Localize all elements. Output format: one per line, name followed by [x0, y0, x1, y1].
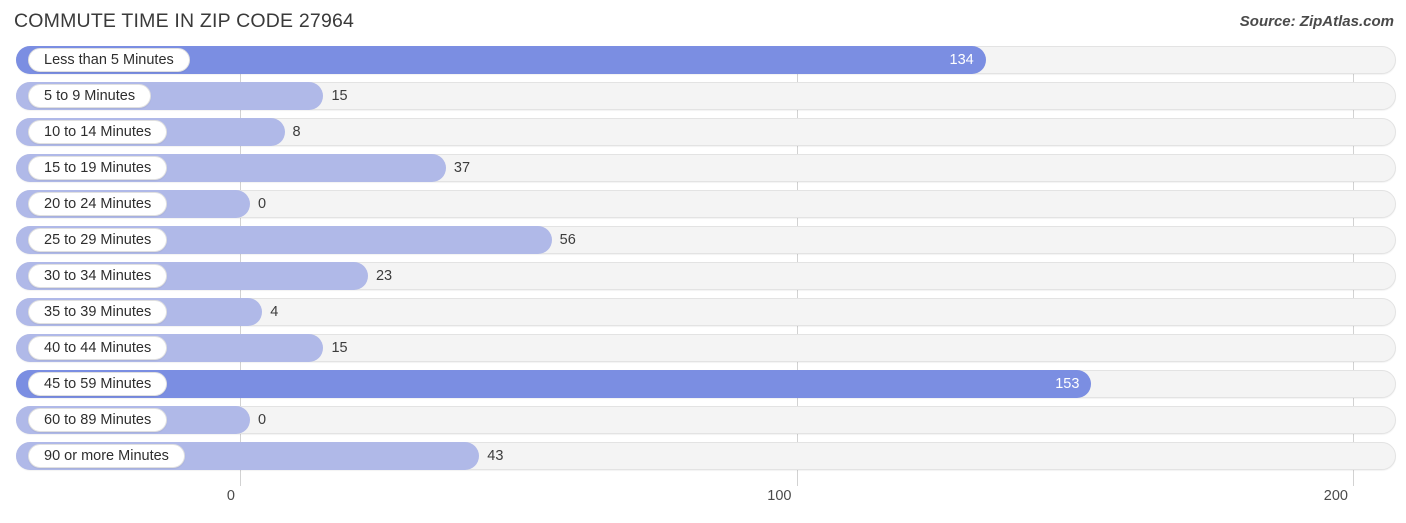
bar-category-label: 30 to 34 Minutes	[44, 267, 152, 284]
bar-value-label: 15	[331, 340, 348, 356]
axis-tick-label: 0	[226, 488, 235, 504]
bar-value-label: 8	[292, 124, 301, 140]
bar-value-label: 23	[375, 268, 393, 284]
bar-row: 10 to 14 Minutes 8	[0, 118, 1406, 146]
page-title: COMMUTE TIME IN ZIP CODE 27964	[14, 10, 355, 32]
bar-row: 40 to 44 Minutes 15	[0, 334, 1406, 362]
bar-row: 60 to 89 Minutes 0	[0, 406, 1406, 434]
chart-plot-area: Less than 5 Minutes 134 5 to 9 Minutes 15 10…	[0, 46, 1406, 486]
axis-tick-label: 200	[1323, 488, 1348, 504]
chart-header: COMMUTE TIME IN ZIP CODE 27964 Source: Z…	[0, 0, 1406, 46]
source-attribution: Source: ZipAtlas.com	[1239, 13, 1394, 30]
bar-category-label: 60 to 89 Minutes	[44, 411, 152, 428]
bar-label-pill: 60 to 89 Minutes	[28, 408, 168, 432]
bar-value-label: 37	[453, 160, 471, 176]
bar-category-label: 35 to 39 Minutes	[44, 303, 152, 320]
bar-row: 20 to 24 Minutes 0	[0, 190, 1406, 218]
bar-value-label: 153	[1055, 376, 1080, 392]
bar-row: 30 to 34 Minutes 23	[0, 262, 1406, 290]
bar-row: 45 to 59 Minutes 153	[0, 370, 1406, 398]
bar-value-label: 0	[258, 412, 267, 428]
bar-label-pill: 25 to 29 Minutes	[28, 228, 168, 252]
bar-label-pill: 15 to 19 Minutes	[28, 156, 168, 180]
bar-category-label: 10 to 14 Minutes	[44, 123, 152, 140]
bar-label-pill: 20 to 24 Minutes	[28, 192, 168, 216]
bar-value-label: 43	[487, 448, 504, 464]
bar-category-label: 40 to 44 Minutes	[44, 339, 152, 356]
bar-value-label: 15	[331, 88, 348, 104]
bar-row: 25 to 29 Minutes 56	[0, 226, 1406, 254]
bar-category-label: 25 to 29 Minutes	[44, 231, 152, 248]
bar-value-label: 56	[559, 232, 576, 248]
x-axis: 0 100 200	[0, 486, 1406, 523]
bar-category-label: 5 to 9 Minutes	[44, 87, 136, 104]
bar-row: 15 to 19 Minutes 37	[0, 154, 1406, 182]
bar-rows: Less than 5 Minutes 134 5 to 9 Minutes 15 10…	[0, 46, 1406, 478]
bar-value-label: 134	[949, 52, 974, 68]
bar-category-label: 45 to 59 Minutes	[44, 375, 152, 392]
bar-row: 5 to 9 Minutes 15	[0, 82, 1406, 110]
bar-label-pill: 30 to 34 Minutes	[28, 264, 168, 288]
bar-label-pill: 5 to 9 Minutes	[28, 84, 152, 108]
bar-label-pill: 40 to 44 Minutes	[28, 336, 168, 360]
bar-row: 90 or more Minutes 43	[0, 442, 1406, 470]
bar-row: 35 to 39 Minutes 4	[0, 298, 1406, 326]
bar-category-label: 20 to 24 Minutes	[44, 195, 152, 212]
bar-label-pill: Less than 5 Minutes	[28, 48, 190, 72]
bar-label-pill: 35 to 39 Minutes	[28, 300, 168, 324]
bar-label-pill: 45 to 59 Minutes	[28, 372, 168, 396]
bar-category-label: 90 or more Minutes	[44, 447, 169, 464]
bar-row: Less than 5 Minutes 134	[0, 46, 1406, 74]
bar-value-label: 0	[258, 196, 267, 212]
bar-label-pill: 10 to 14 Minutes	[28, 120, 168, 144]
bar-fill[interactable]	[16, 370, 1092, 398]
bar-label-pill: 90 or more Minutes	[28, 444, 185, 468]
axis-tick-label: 100	[767, 488, 792, 504]
bar-category-label: 15 to 19 Minutes	[44, 159, 152, 176]
bar-category-label: Less than 5 Minutes	[44, 51, 174, 68]
bar-value-label: 4	[270, 304, 279, 320]
